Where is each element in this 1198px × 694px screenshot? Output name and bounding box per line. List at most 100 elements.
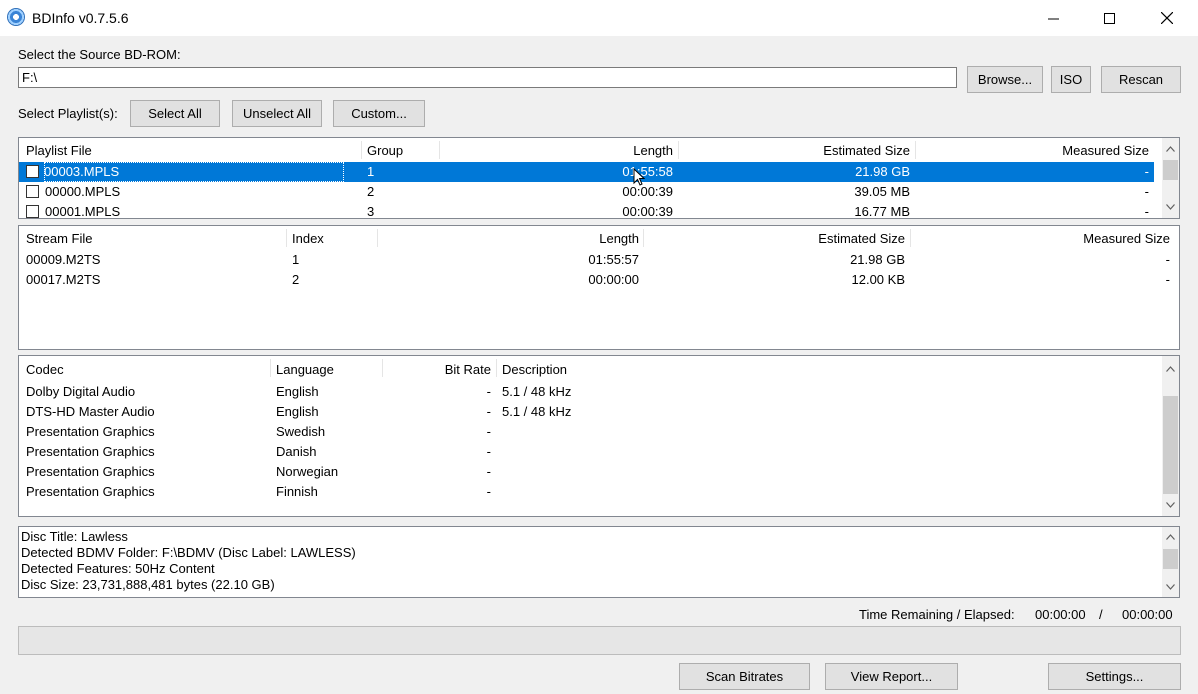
scan-bitrates-button[interactable]: Scan Bitrates xyxy=(679,663,810,690)
playlist-row[interactable]: 00000.MPLS 2 00:00:39 39.05 MB - xyxy=(19,182,1154,202)
disc-info-text: Disc Title: Lawless Detected BDMV Folder… xyxy=(21,529,356,593)
time-separator: / xyxy=(1099,607,1103,622)
custom-button[interactable]: Custom... xyxy=(333,100,425,127)
playlist-file: 00000.MPLS xyxy=(45,184,121,199)
playlist-measured-size: - xyxy=(1144,164,1149,179)
disc-info-line: Disc Size: 23,731,888,481 bytes (22.10 G… xyxy=(21,577,275,592)
stream-estimated-size: 12.00 KB xyxy=(851,272,906,287)
playlist-row[interactable]: 00003.MPLS 1 01:55:58 21.98 GB - xyxy=(19,162,1154,182)
codec-description xyxy=(502,482,1102,502)
disc-info-textbox[interactable]: Disc Title: Lawless Detected BDMV Folder… xyxy=(18,526,1180,598)
stream-length: 00:00:00 xyxy=(588,272,639,287)
codec-description: 5.1 / 48 kHz xyxy=(502,384,572,399)
column-header-length[interactable]: Length xyxy=(441,138,673,160)
codec-bit-rate: - xyxy=(486,444,491,459)
stream-row[interactable]: 00009.M2TS 1 01:55:57 21.98 GB - xyxy=(19,250,1179,270)
column-header-bit-rate[interactable]: Bit Rate xyxy=(384,357,491,379)
column-header-measured-size[interactable]: Measured Size xyxy=(912,226,1170,248)
playlist-estimated-size: 21.98 GB xyxy=(855,164,910,179)
scroll-thumb[interactable] xyxy=(1163,160,1178,180)
playlist-group: 1 xyxy=(367,164,375,179)
stream-estimated-size: 21.98 GB xyxy=(850,252,905,267)
time-remaining: 00:00:00 xyxy=(1035,607,1086,622)
codec-row[interactable]: Presentation Graphics Finnish - xyxy=(19,482,1154,502)
scroll-thumb[interactable] xyxy=(1163,396,1178,494)
playlist-checkbox[interactable] xyxy=(26,165,39,178)
codec-row[interactable]: Presentation Graphics Norwegian - xyxy=(19,462,1154,482)
stream-row[interactable]: 00017.M2TS 2 00:00:00 12.00 KB - xyxy=(19,270,1179,290)
rescan-button[interactable]: Rescan xyxy=(1101,66,1181,93)
codec-bit-rate: - xyxy=(486,424,491,439)
playlist-row[interactable]: 00001.MPLS 3 00:00:39 16.77 MB - xyxy=(19,202,1154,219)
info-scrollbar[interactable] xyxy=(1162,527,1179,597)
scroll-up-icon[interactable] xyxy=(1162,140,1179,157)
view-report-button[interactable]: View Report... xyxy=(825,663,958,690)
codec-description: 5.1 / 48 kHz xyxy=(502,404,572,419)
playlist-file: 00001.MPLS xyxy=(45,204,121,219)
select-playlists-label: Select Playlist(s): xyxy=(18,106,118,121)
playlist-group: 2 xyxy=(367,184,375,199)
column-header-length[interactable]: Length xyxy=(379,226,639,248)
time-label: Time Remaining / Elapsed: xyxy=(859,607,1015,622)
scroll-thumb[interactable] xyxy=(1163,549,1178,569)
codec-scrollbar[interactable] xyxy=(1162,356,1179,516)
codec-language: Norwegian xyxy=(276,464,339,479)
playlist-checkbox[interactable] xyxy=(26,185,39,198)
settings-button[interactable]: Settings... xyxy=(1048,663,1181,690)
codec-bit-rate: - xyxy=(486,404,491,419)
disc-info-line: Detected BDMV Folder: F:\BDMV (Disc Labe… xyxy=(21,545,356,560)
close-button[interactable] xyxy=(1138,0,1196,36)
playlist-file: 00003.MPLS xyxy=(44,162,344,182)
scroll-down-icon[interactable] xyxy=(1162,198,1179,215)
codec-name: Presentation Graphics xyxy=(26,464,155,479)
codec-row[interactable]: Presentation Graphics Swedish - xyxy=(19,422,1154,442)
select-all-button[interactable]: Select All xyxy=(130,100,220,127)
codec-language: Swedish xyxy=(276,424,326,439)
codec-description xyxy=(502,422,1102,442)
scroll-up-icon[interactable] xyxy=(1162,528,1179,545)
playlist-scrollbar[interactable] xyxy=(1162,138,1179,218)
column-header-group[interactable]: Group xyxy=(367,138,403,160)
minimize-button[interactable] xyxy=(1024,0,1082,36)
codec-row[interactable]: Presentation Graphics Danish - xyxy=(19,442,1154,462)
stream-index: 2 xyxy=(292,272,300,287)
playlist-estimated-size: 16.77 MB xyxy=(854,204,910,219)
source-label: Select the Source BD-ROM: xyxy=(18,47,181,62)
disc-icon xyxy=(7,8,25,26)
column-header-index[interactable]: Index xyxy=(292,226,324,248)
close-icon xyxy=(1161,12,1173,24)
unselect-all-button[interactable]: Unselect All xyxy=(232,100,322,127)
browse-button[interactable]: Browse... xyxy=(967,66,1043,93)
codec-bit-rate: - xyxy=(486,464,491,479)
playlist-checkbox[interactable] xyxy=(26,205,39,218)
window-title: BDInfo v0.7.5.6 xyxy=(32,10,129,26)
source-path-input[interactable]: F:\ xyxy=(18,67,957,88)
scroll-up-icon[interactable] xyxy=(1162,360,1179,377)
playlist-list[interactable]: Playlist File Group Length Estimated Siz… xyxy=(18,137,1180,219)
codec-row[interactable]: Dolby Digital Audio English - 5.1 / 48 k… xyxy=(19,382,1154,402)
codec-name: Presentation Graphics xyxy=(26,424,155,439)
codec-name: DTS-HD Master Audio xyxy=(26,404,155,419)
column-header-playlist-file[interactable]: Playlist File xyxy=(26,138,92,160)
column-header-language[interactable]: Language xyxy=(276,357,334,379)
stream-measured-size: - xyxy=(1165,252,1170,267)
minimize-icon xyxy=(1047,18,1059,19)
maximize-button[interactable] xyxy=(1080,0,1138,36)
disc-info-line: Disc Title: Lawless xyxy=(21,529,128,544)
column-header-estimated-size[interactable]: Estimated Size xyxy=(645,226,905,248)
iso-button[interactable]: ISO xyxy=(1051,66,1091,93)
stream-measured-size: - xyxy=(1165,272,1170,287)
stream-file: 00017.M2TS xyxy=(26,272,101,287)
column-header-description[interactable]: Description xyxy=(502,357,567,379)
column-header-codec[interactable]: Codec xyxy=(26,357,64,379)
mouse-cursor-icon xyxy=(633,168,645,186)
column-header-stream-file[interactable]: Stream File xyxy=(26,226,92,248)
codec-row[interactable]: DTS-HD Master Audio English - 5.1 / 48 k… xyxy=(19,402,1154,422)
column-header-estimated-size[interactable]: Estimated Size xyxy=(680,138,910,160)
scroll-down-icon[interactable] xyxy=(1162,496,1179,513)
scroll-down-icon[interactable] xyxy=(1162,578,1179,595)
stream-list[interactable]: Stream File Index Length Estimated Size … xyxy=(18,225,1180,350)
codec-list[interactable]: Codec Language Bit Rate Description Dolb… xyxy=(18,355,1180,517)
column-header-measured-size[interactable]: Measured Size xyxy=(917,138,1149,160)
stream-index: 1 xyxy=(292,252,300,267)
